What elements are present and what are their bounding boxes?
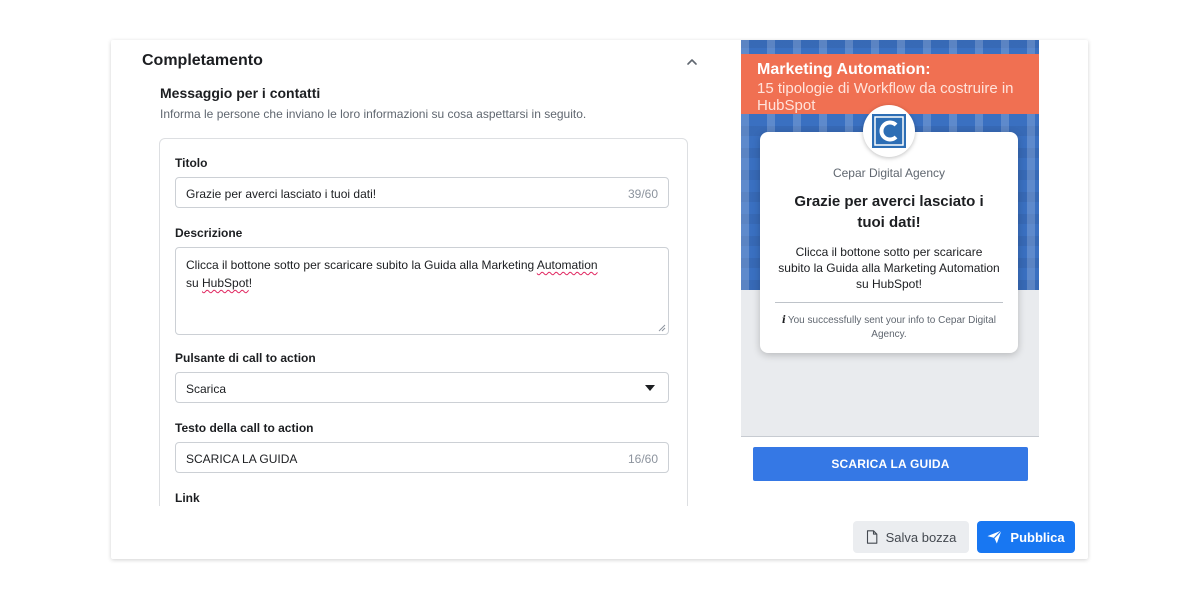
- title-field-label: Titolo: [175, 156, 208, 170]
- preview-confirmation-text: You successfully sent your info to Cepar…: [787, 315, 996, 340]
- section-title: Completamento: [142, 52, 263, 69]
- save-draft-label: Salva bozza: [885, 529, 957, 545]
- description-spellcheck-word: Automation: [536, 258, 598, 272]
- preview-card-divider: [775, 302, 1003, 303]
- cepar-logo-icon: [872, 114, 906, 148]
- ad-preview: Marketing Automation: 15 tipologie di Wo…: [741, 40, 1039, 437]
- cta-text-char-counter: 16/60: [627, 452, 658, 466]
- title-input[interactable]: Grazie per averci lasciato i tuoi dati! …: [175, 177, 669, 208]
- caret-down-icon: [645, 385, 655, 391]
- description-spellcheck-word: HubSpot: [202, 276, 249, 290]
- description-text-part: !: [248, 276, 253, 290]
- publish-button[interactable]: Pubblica: [977, 521, 1075, 553]
- title-char-counter: 39/60: [627, 187, 658, 201]
- preview-cta-button[interactable]: SCARICA LA GUIDA: [753, 447, 1028, 481]
- chevron-up-icon[interactable]: [685, 55, 699, 69]
- cta-text-input-value: SCARICA LA GUIDA: [186, 452, 298, 466]
- thank-you-card: Cepar Digital Agency Grazie per averci l…: [760, 105, 1018, 353]
- paper-plane-icon: [987, 530, 1003, 544]
- publish-label: Pubblica: [1010, 529, 1065, 545]
- lead-form-editor: Completamento Messaggio per i contatti I…: [111, 40, 1088, 559]
- cta-button-selected-value: Scarica: [186, 382, 227, 396]
- description-text-part: su: [186, 276, 203, 290]
- description-text-part: Clicca il bottone sotto per scaricare su…: [186, 258, 537, 272]
- preview-confirmation-note: i You successfully sent your info to Cepa…: [780, 314, 998, 342]
- contacts-message-description: Informa le persone che inviano le loro i…: [160, 107, 587, 121]
- resize-grip-icon[interactable]: [658, 324, 666, 332]
- form-settings-panel: Completamento Messaggio per i contatti I…: [111, 40, 721, 506]
- info-icon: i: [782, 315, 786, 326]
- cta-button-select[interactable]: Scarica: [175, 372, 669, 403]
- description-field-label: Descrizione: [175, 226, 243, 240]
- preview-title: Grazie per averci lasciato i tuoi dati!: [794, 193, 984, 231]
- company-logo: [863, 105, 915, 157]
- document-icon: [866, 530, 877, 544]
- link-field-label: Link: [175, 491, 200, 505]
- description-textarea[interactable]: Clicca il bottone sotto per scaricare su…: [175, 247, 669, 335]
- cta-button-field-label: Pulsante di call to action: [175, 351, 316, 365]
- save-draft-button[interactable]: Salva bozza: [853, 521, 969, 553]
- title-input-value: Grazie per averci lasciato i tuoi dati!: [186, 187, 377, 201]
- completion-fields-box: Titolo Grazie per averci lasciato i tuoi…: [159, 138, 688, 506]
- preview-divider: [741, 436, 1039, 437]
- preview-banner-title: Marketing Automation:: [757, 61, 931, 78]
- cta-text-input[interactable]: SCARICA LA GUIDA 16/60: [175, 442, 669, 473]
- cta-text-field-label: Testo della call to action: [175, 421, 314, 435]
- contacts-message-title: Messaggio per i contatti: [160, 85, 321, 101]
- preview-company-name: Cepar Digital Agency: [832, 166, 946, 180]
- preview-description: Clicca il bottone sotto per scaricare su…: [778, 245, 1000, 291]
